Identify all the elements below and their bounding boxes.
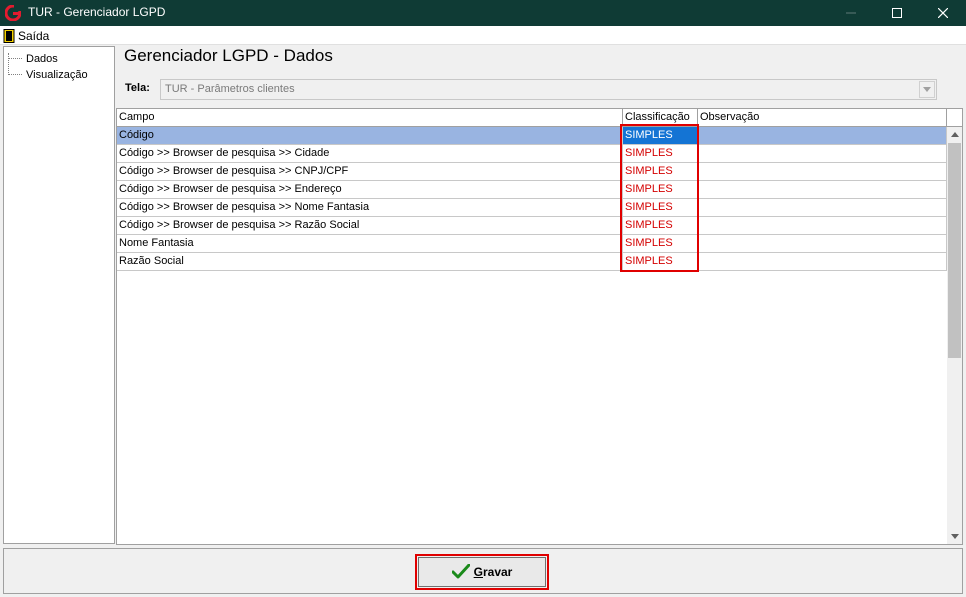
- table-row[interactable]: Código >> Browser de pesquisa >> CNPJ/CP…: [117, 163, 947, 181]
- title-bar: TUR - Gerenciador LGPD: [0, 0, 966, 26]
- cell-observacao[interactable]: [698, 181, 947, 198]
- window-title: TUR - Gerenciador LGPD: [28, 5, 166, 19]
- cell-observacao[interactable]: [698, 199, 947, 216]
- tela-label: Tela:: [125, 82, 150, 94]
- page-title: Gerenciador LGPD - Dados: [124, 46, 333, 65]
- table-row[interactable]: Código >> Browser de pesquisa >> Nome Fa…: [117, 199, 947, 217]
- maximize-icon: [892, 8, 902, 18]
- cell-campo: Código >> Browser de pesquisa >> Cidade: [117, 145, 623, 162]
- table-row[interactable]: Código >> Browser de pesquisa >> Cidade …: [117, 145, 947, 163]
- table-row[interactable]: Nome Fantasia SIMPLES: [117, 235, 947, 253]
- maximize-button[interactable]: [874, 0, 920, 26]
- tela-select[interactable]: TUR - Parâmetros clientes: [160, 79, 937, 100]
- minimize-button[interactable]: [828, 0, 874, 26]
- cell-observacao[interactable]: [698, 145, 947, 162]
- menu-exit[interactable]: Saída: [3, 27, 53, 44]
- cell-observacao[interactable]: [698, 253, 947, 270]
- tree-item-label: Dados: [26, 52, 58, 65]
- tela-select-value: TUR - Parâmetros clientes: [165, 83, 295, 95]
- tree-item-label: Visualização: [26, 68, 88, 81]
- scroll-down-button[interactable]: [947, 529, 962, 544]
- navigation-tree: Dados Visualização: [3, 46, 115, 544]
- grid-header: Campo Classificação Observação: [117, 109, 962, 127]
- table-row[interactable]: Código SIMPLES: [117, 127, 947, 145]
- cell-observacao[interactable]: [698, 235, 947, 252]
- cell-observacao[interactable]: [698, 127, 947, 144]
- exit-door-icon: [3, 28, 15, 43]
- close-icon: [938, 8, 948, 18]
- minimize-icon: [846, 12, 856, 14]
- menu-exit-label: Saída: [18, 28, 50, 43]
- tela-dropdown-button[interactable]: [919, 81, 935, 98]
- close-button[interactable]: [920, 0, 966, 26]
- data-grid: Campo Classificação Observação Código SI…: [116, 108, 963, 545]
- cell-observacao[interactable]: [698, 217, 947, 234]
- cell-campo: Código: [117, 127, 623, 144]
- column-header-observacao[interactable]: Observação: [698, 109, 947, 126]
- table-row[interactable]: Código >> Browser de pesquisa >> Endereç…: [117, 181, 947, 199]
- table-row[interactable]: Código >> Browser de pesquisa >> Razão S…: [117, 217, 947, 235]
- menu-bar: Saída: [0, 26, 966, 45]
- cell-campo: Código >> Browser de pesquisa >> Endereç…: [117, 181, 623, 198]
- chevron-down-icon: [950, 534, 959, 539]
- gravar-highlight: [415, 554, 549, 590]
- tree-item-visualizacao[interactable]: Visualização: [8, 67, 88, 82]
- tree-item-dados[interactable]: Dados: [8, 51, 58, 66]
- chevron-up-icon: [950, 132, 959, 137]
- cell-campo: Razão Social: [117, 253, 623, 270]
- scroll-thumb[interactable]: [948, 143, 961, 358]
- app-logo-icon: [5, 5, 21, 21]
- cell-campo: Código >> Browser de pesquisa >> CNPJ/CP…: [117, 163, 623, 180]
- cell-campo: Nome Fantasia: [117, 235, 623, 252]
- column-header-campo[interactable]: Campo: [117, 109, 623, 126]
- scroll-up-button[interactable]: [947, 127, 962, 142]
- vertical-scrollbar[interactable]: [947, 127, 962, 544]
- classification-highlight: [620, 124, 699, 272]
- cell-campo: Código >> Browser de pesquisa >> Razão S…: [117, 217, 623, 234]
- cell-observacao[interactable]: [698, 163, 947, 180]
- cell-campo: Código >> Browser de pesquisa >> Nome Fa…: [117, 199, 623, 216]
- chevron-down-icon: [923, 87, 931, 92]
- table-row[interactable]: Razão Social SIMPLES: [117, 253, 947, 271]
